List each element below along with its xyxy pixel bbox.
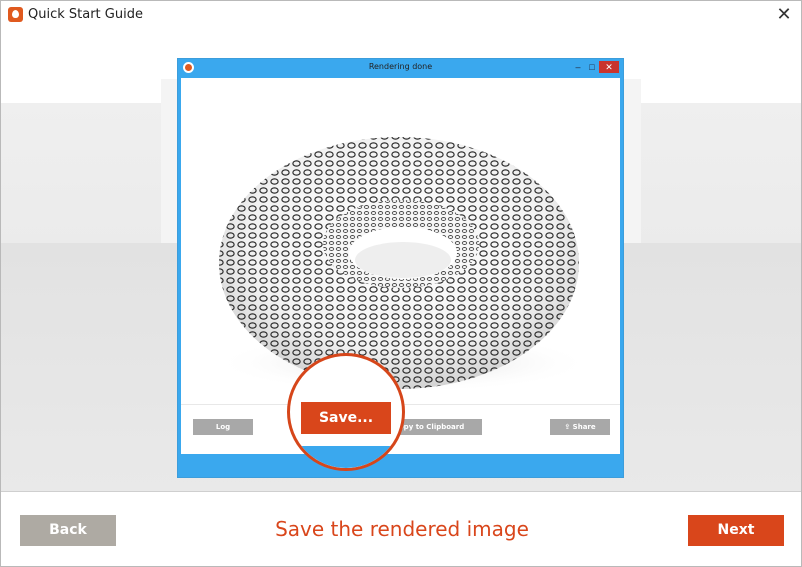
close-icon[interactable]: ✕ <box>775 5 793 23</box>
log-button[interactable]: Log <box>193 419 253 435</box>
save-button-callout: Save... <box>287 353 405 471</box>
torus-render-image <box>213 137 593 393</box>
title-bar: Quick Start Guide ✕ <box>1 1 801 29</box>
share-button[interactable]: ⇪ Share <box>550 419 610 435</box>
close-icon[interactable]: ✕ <box>599 61 619 73</box>
render-window-titlebar: Rendering done – □ ✕ <box>178 59 623 78</box>
next-button[interactable]: Next <box>688 515 784 546</box>
guide-footer: Back Save the rendered image Next <box>1 491 801 566</box>
app-logo-icon <box>8 7 23 22</box>
render-window-title: Rendering done <box>368 62 433 71</box>
maximize-icon[interactable]: □ <box>586 61 598 73</box>
minimize-icon[interactable]: – <box>572 61 584 73</box>
rendered-image <box>181 78 620 404</box>
callout-window-edge <box>290 446 402 468</box>
share-label: Share <box>572 423 596 431</box>
share-icon: ⇪ <box>564 423 573 431</box>
quick-start-guide-window: Quick Start Guide ✕ Rendering done – □ ✕ <box>0 0 802 567</box>
step-caption: Save the rendered image <box>275 517 529 541</box>
guide-stage: Rendering done – □ ✕ Log Copy to Clipboa… <box>1 29 801 491</box>
window-title: Quick Start Guide <box>28 7 143 22</box>
back-button[interactable]: Back <box>20 515 116 546</box>
save-button[interactable]: Save... <box>301 402 391 434</box>
